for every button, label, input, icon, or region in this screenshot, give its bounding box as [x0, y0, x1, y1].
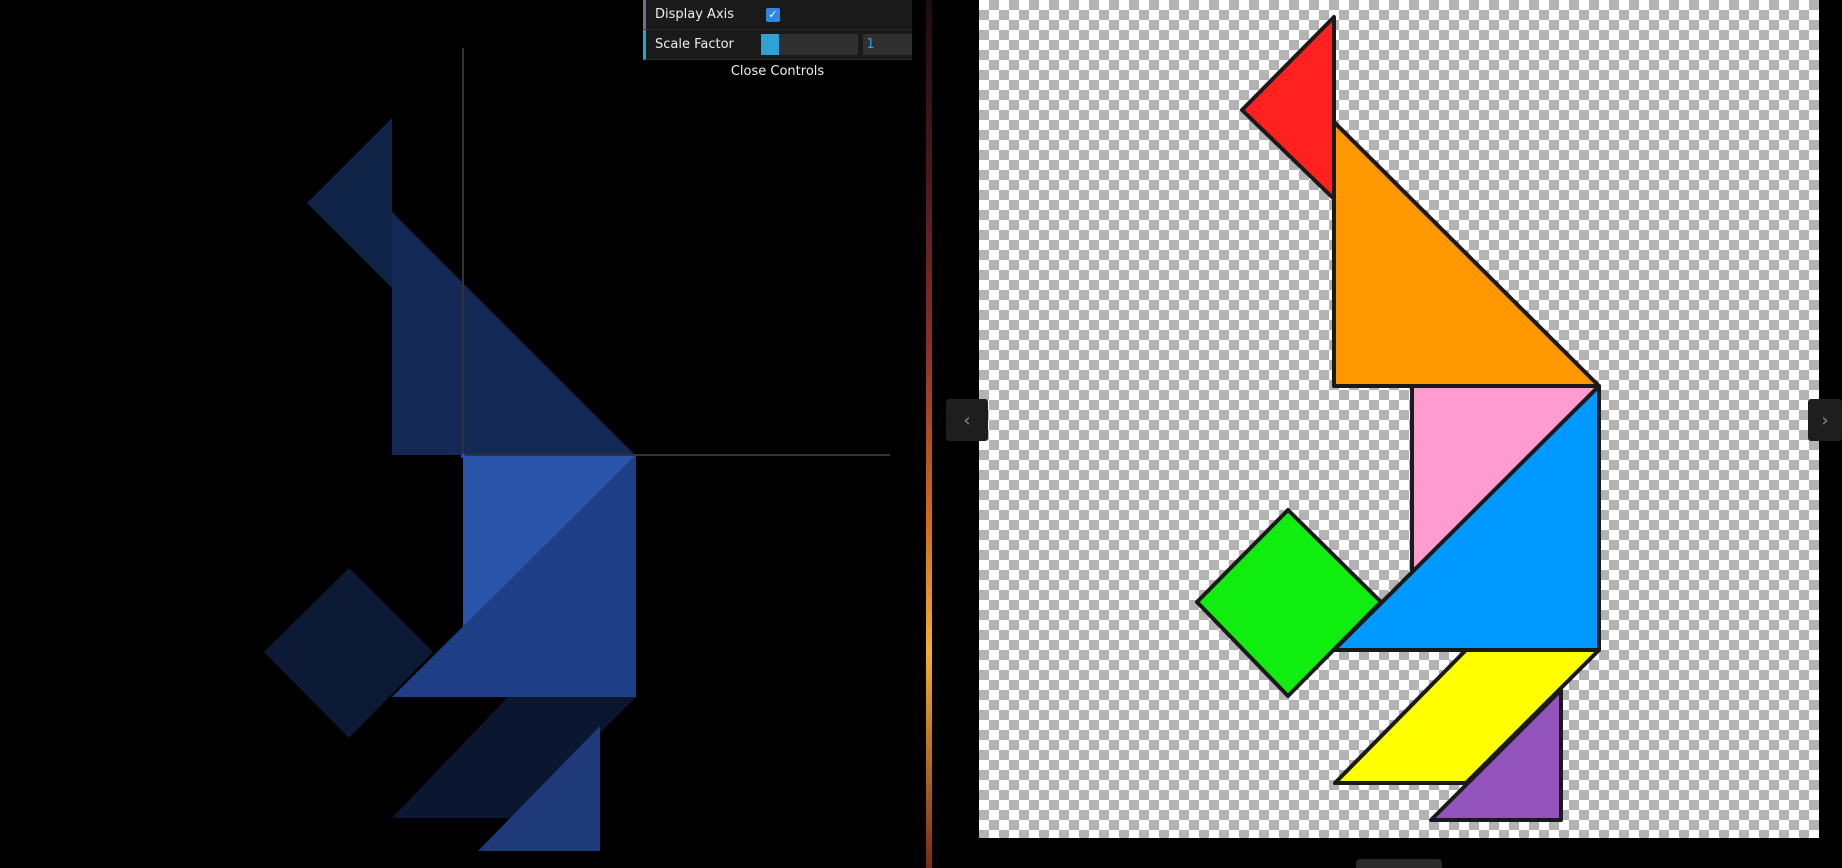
chevron-right-icon: ›	[1821, 409, 1829, 431]
tangram-reference-image	[979, 0, 1819, 838]
close-controls-button[interactable]: Close Controls	[643, 60, 912, 84]
display-axis-checkbox[interactable]: ✓	[766, 7, 780, 22]
red-triangle	[1240, 15, 1336, 201]
three-d-viewport[interactable]: Display Axis ✓ Scale Factor 1 Close Cont…	[0, 0, 926, 868]
scale-factor-slider[interactable]	[761, 34, 859, 55]
green-square	[1195, 508, 1383, 698]
axis-origin	[461, 454, 465, 458]
scale-factor-row: Scale Factor 1	[643, 30, 912, 60]
slider-fill	[761, 34, 779, 55]
orange-triangle	[1332, 120, 1601, 388]
scale-factor-label: Scale Factor	[655, 37, 734, 52]
image-viewer: ‹ ›	[932, 0, 1842, 868]
display-axis-label: Display Axis	[655, 7, 735, 22]
tangram-scene	[264, 48, 890, 851]
checkmark-icon: ✓	[768, 7, 778, 21]
display-axis-row[interactable]: Display Axis ✓	[643, 0, 912, 30]
controls-panel: Display Axis ✓ Scale Factor 1 Close Cont…	[643, 0, 912, 84]
previous-image-button[interactable]: ‹	[946, 399, 988, 441]
chevron-left-icon: ‹	[963, 409, 971, 431]
bottom-handle[interactable]	[1356, 859, 1442, 868]
scene-square	[264, 568, 433, 738]
next-image-button[interactable]: ›	[1808, 399, 1842, 441]
scale-factor-input[interactable]: 1	[863, 34, 912, 55]
scene-large-triangle-top	[392, 212, 635, 455]
scene-small-triangle-top	[307, 118, 392, 288]
